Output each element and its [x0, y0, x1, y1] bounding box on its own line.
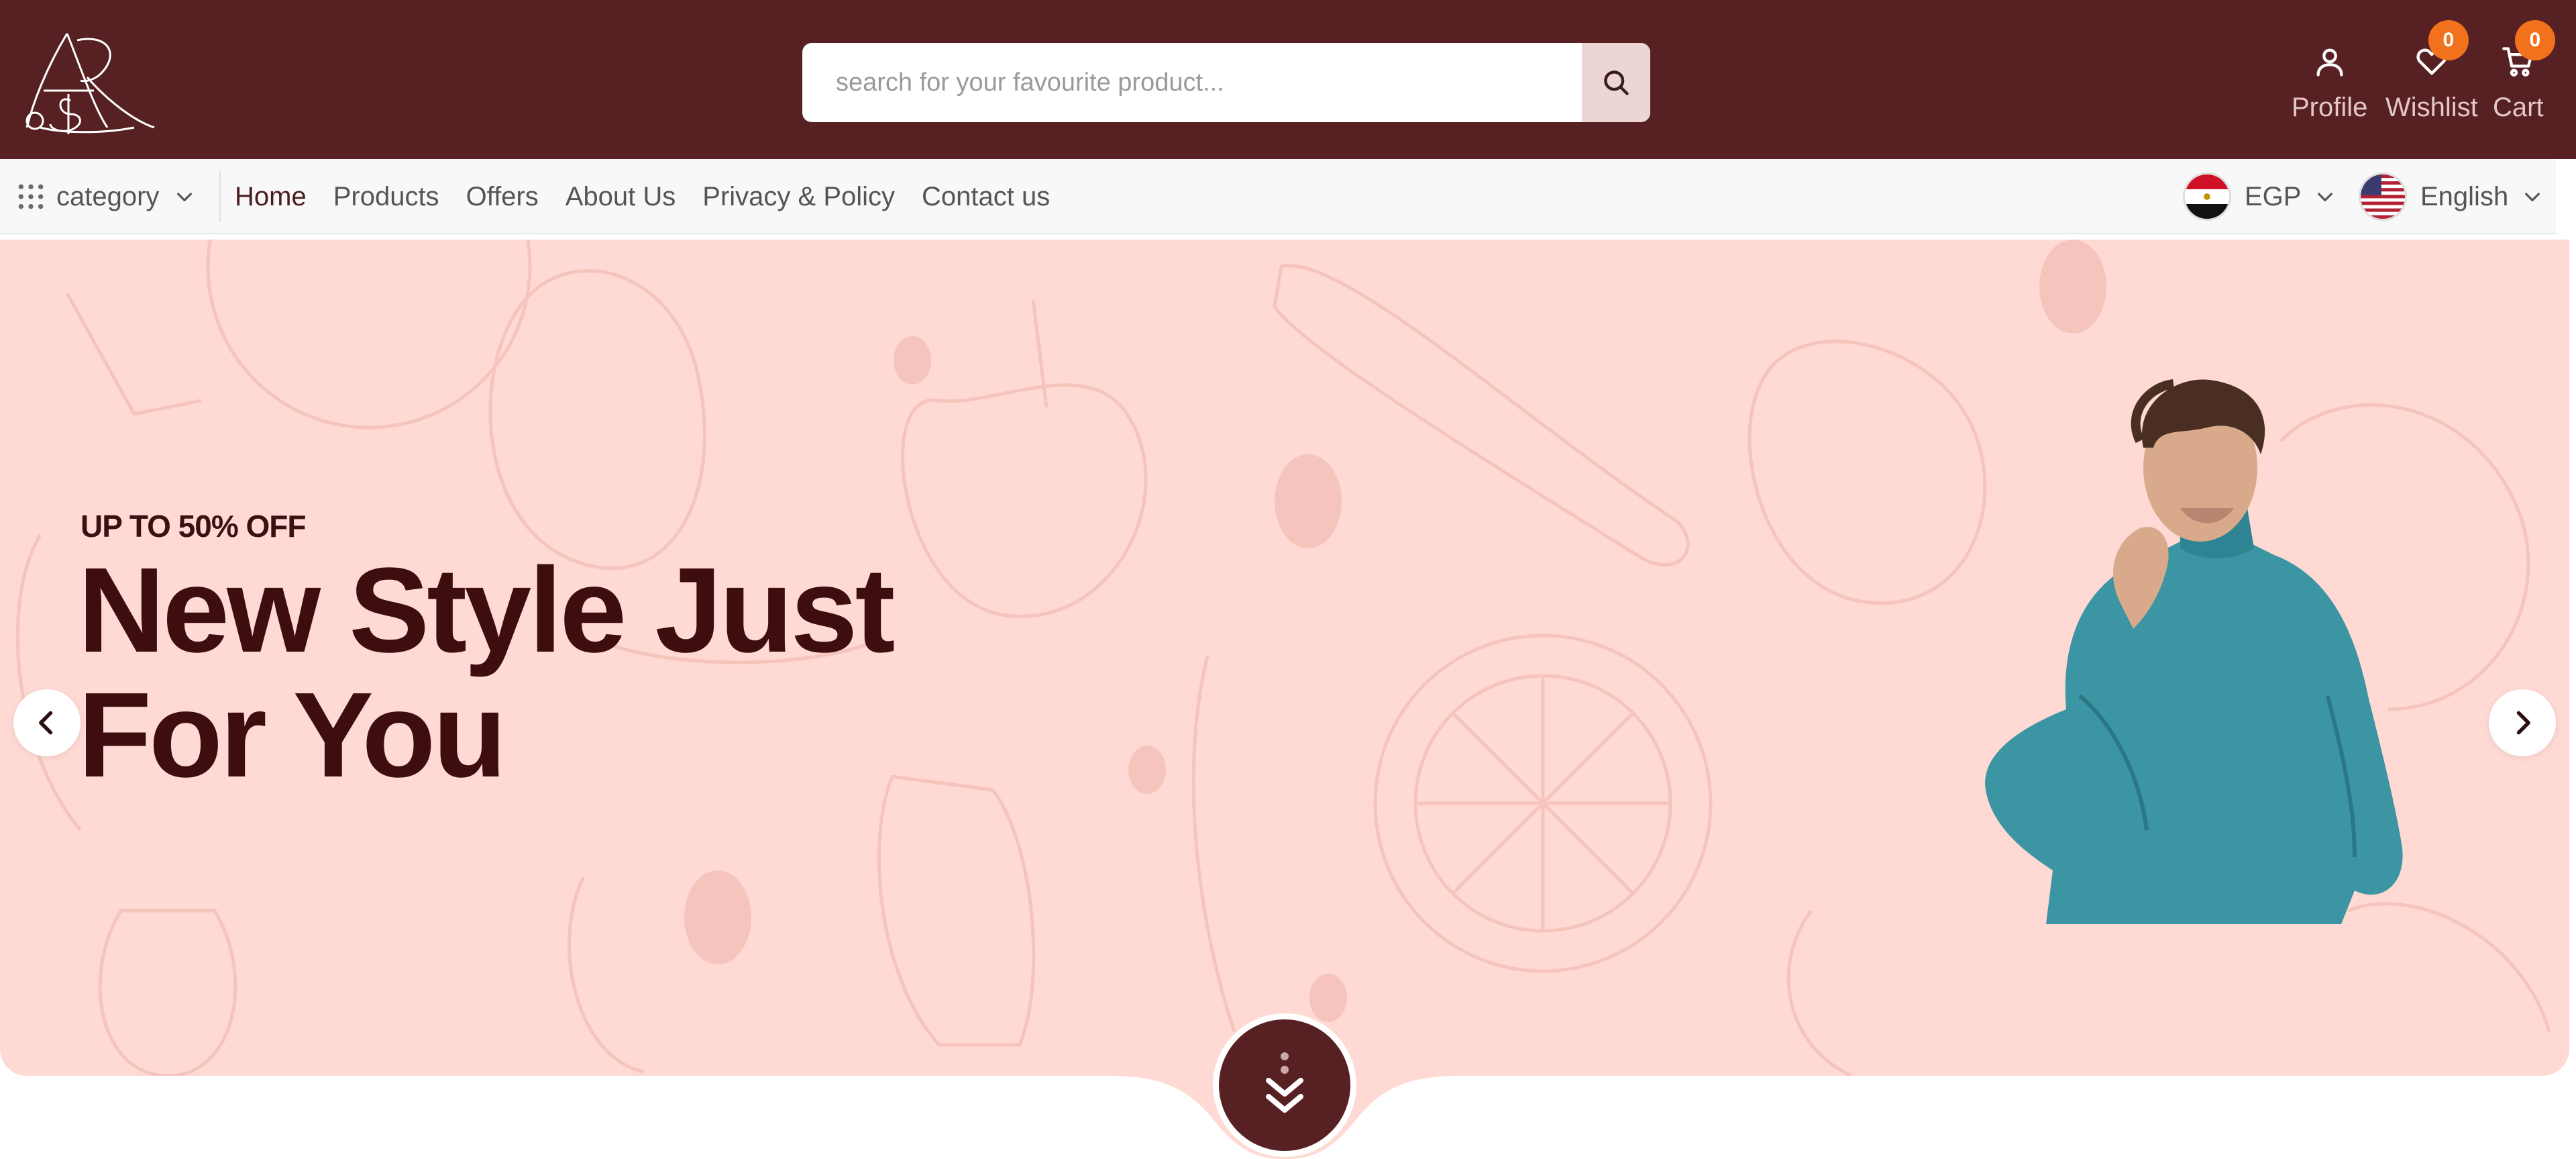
hero-offer-tag: UP TO 50% OFF [80, 509, 307, 544]
user-icon [2316, 48, 2343, 77]
main-navbar: category Home Products Offers About Us P… [0, 159, 2556, 234]
brand-logo[interactable] [20, 27, 161, 134]
nav-link-about-us[interactable]: About Us [566, 182, 676, 212]
profile-button[interactable]: Profile [2292, 40, 2367, 123]
currency-selector[interactable]: EGP [2183, 159, 2336, 234]
nav-link-privacy-policy[interactable]: Privacy & Policy [702, 182, 895, 212]
wishlist-label: Wishlist [2385, 93, 2478, 122]
hero-title-line-1: New Style Just [78, 543, 895, 678]
top-header: Profile 0 Wishlist 0 Cart [0, 0, 2576, 159]
chevron-down-icon [2318, 193, 2333, 201]
nav-link-offers[interactable]: Offers [466, 182, 539, 212]
profile-label: Profile [2292, 93, 2368, 122]
wishlist-button[interactable]: 0 Wishlist [2385, 20, 2478, 123]
cart-count-badge: 0 [2514, 20, 2555, 60]
cart-button[interactable]: 0 Cart [2493, 20, 2555, 123]
chevron-right-icon [2516, 711, 2530, 735]
category-label: category [56, 181, 160, 211]
hero-title: New Style Just For You [78, 548, 950, 798]
search-icon [1604, 70, 1629, 95]
cart-label: Cart [2493, 93, 2544, 122]
hero-title-line-2: For You [78, 668, 506, 803]
language-selector[interactable]: English [2359, 159, 2543, 234]
hero-model-image [1985, 379, 2403, 924]
double-chevron-down-icon [1266, 1052, 1303, 1113]
scroll-down-button[interactable] [1213, 1013, 1356, 1157]
carousel-next-button[interactable] [2489, 689, 2556, 756]
category-dropdown[interactable]: category [16, 159, 195, 234]
chevron-down-icon [177, 193, 193, 201]
hero-banner: UP TO 50% OFF New Style Just For You [0, 240, 2569, 1076]
us-flag-icon [2359, 172, 2407, 221]
nav-link-products[interactable]: Products [333, 182, 439, 212]
search-input[interactable] [802, 43, 1580, 122]
chevron-left-icon [39, 711, 53, 735]
nav-link-home[interactable]: Home [235, 182, 307, 212]
search-bar [802, 43, 1650, 122]
nav-link-contact-us[interactable]: Contact us [922, 182, 1050, 212]
nav-divider [219, 171, 221, 222]
egypt-flag-icon [2183, 172, 2231, 221]
search-button[interactable] [1582, 43, 1650, 122]
wishlist-count-badge: 0 [2428, 20, 2469, 60]
nav-links: Home Products Offers About Us Privacy & … [235, 159, 1077, 234]
currency-label: EGP [2245, 181, 2302, 211]
chevron-down-icon [2525, 193, 2540, 201]
language-label: English [2420, 181, 2509, 211]
carousel-prev-button[interactable] [13, 689, 80, 756]
grid-dots-icon [18, 184, 44, 209]
